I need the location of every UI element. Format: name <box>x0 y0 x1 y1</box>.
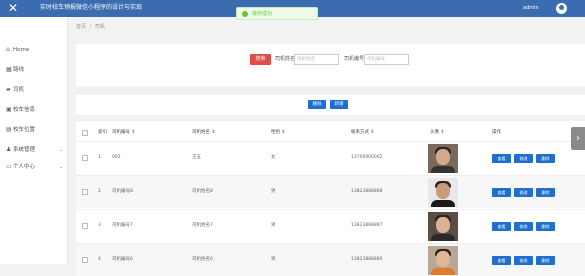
cell-gender: 男 <box>271 223 276 228</box>
user-group-icon: ♟ <box>6 146 12 153</box>
number-label: 司机编号 <box>344 56 365 62</box>
action-panel: 删除 新增 <box>76 95 585 115</box>
table-row: 3 司机编号7 司机姓名7 男 13823888887 查看 修改 删除 <box>76 209 585 242</box>
driver-photo <box>428 246 458 275</box>
sidebar-item-label: 校车信息 <box>13 107 36 113</box>
view-button[interactable]: 查看 <box>492 222 511 231</box>
row-checkbox[interactable] <box>82 189 88 195</box>
driver-photo <box>428 212 458 241</box>
sidebar-item-bus-info[interactable]: ▣ 校车信息 <box>0 103 68 117</box>
breadcrumb-separator: / <box>89 24 92 30</box>
close-icon[interactable]: ✕ <box>8 1 18 15</box>
chevron-down-icon: ⌄ <box>59 164 64 170</box>
delete-button[interactable]: 删除 <box>536 154 555 163</box>
edit-button[interactable]: 修改 <box>514 154 533 163</box>
sidebar-item-profile[interactable]: ▭ 个人中心 ⌄ <box>0 160 68 174</box>
edit-button[interactable]: 修改 <box>514 222 533 231</box>
table-row: 4 司机编号6 司机姓名6 男 13823888886 查看 修改 删除 <box>76 243 585 276</box>
cell-name: 司机姓名7 <box>192 223 213 228</box>
home-icon: ⌂ <box>6 46 10 53</box>
row-checkbox[interactable] <box>82 155 88 161</box>
sidebar-item-label: 路线 <box>13 67 25 73</box>
column-header-number[interactable]: 司机编号 ⇕ <box>112 129 135 137</box>
cell-name: 司机姓名8 <box>192 189 213 194</box>
cell-phone: 13823888888 <box>351 189 383 194</box>
sidebar-item-system[interactable]: ♟ 系统管理 ⌄ <box>0 143 68 157</box>
bus-icon: ▣ <box>6 106 12 113</box>
edit-button[interactable]: 修改 <box>514 188 533 197</box>
breadcrumb-current: 司机 <box>94 24 105 30</box>
add-button[interactable]: 新增 <box>330 100 348 109</box>
sidebar-item-label: 校车位置 <box>13 127 36 133</box>
row-checkbox[interactable] <box>82 223 88 229</box>
column-header-index: 索引 <box>98 130 107 135</box>
cell-gender: 男 <box>271 189 276 194</box>
main-content: 首页 / 司机 搜索 司机姓名 司机姓名 司机编号 司机编号 删除 新增 索引 … <box>68 17 585 276</box>
avatar[interactable] <box>556 3 567 14</box>
name-input[interactable]: 司机姓名 <box>294 54 339 65</box>
number-input[interactable]: 司机编号 <box>364 54 409 65</box>
sidebar: ⌂ Home ▦ 路线 ▰ 司机 ▣ 校车信息 ▤ 校车位置 ♟ 系统管理 ⌄ … <box>0 17 68 264</box>
cell-index: 1 <box>98 155 101 160</box>
sidebar-item-routes[interactable]: ▦ 路线 <box>0 63 68 77</box>
cell-number: 司机编号6 <box>112 257 133 262</box>
car-icon: ▰ <box>6 86 11 93</box>
delete-button[interactable]: 删除 <box>536 188 555 197</box>
sidebar-item-bus-location[interactable]: ▤ 校车位置 <box>0 123 68 137</box>
name-label: 司机姓名 <box>275 56 296 62</box>
cell-index: 4 <box>98 257 101 262</box>
row-checkbox[interactable] <box>82 257 88 263</box>
cell-number: 002 <box>112 155 121 160</box>
sidebar-item-home[interactable]: ⌂ Home <box>0 43 68 57</box>
sidebar-item-label: Home <box>13 47 30 53</box>
breadcrumb-home[interactable]: 首页 <box>76 24 86 30</box>
username[interactable]: admin <box>523 4 539 12</box>
batch-delete-button[interactable]: 删除 <box>308 100 326 109</box>
cell-index: 3 <box>98 223 101 228</box>
chevron-right-icon[interactable]: › <box>571 127 585 150</box>
column-header-avatar[interactable]: 头像 ⇕ <box>430 129 444 137</box>
location-icon: ▤ <box>6 126 12 133</box>
driver-photo <box>428 144 458 173</box>
cell-index: 2 <box>98 189 101 194</box>
cell-number: 司机编号7 <box>112 223 133 228</box>
app-title: 实时校车预报微信小程序的设计与实现 <box>40 4 143 11</box>
cell-number: 司机编号8 <box>112 189 133 194</box>
cell-name: 王五 <box>192 155 201 160</box>
cell-gender: 男 <box>271 257 276 262</box>
view-button[interactable]: 查看 <box>492 188 511 197</box>
cell-gender: 女 <box>271 155 276 160</box>
sidebar-item-label: 个人中心 <box>13 164 36 170</box>
chevron-down-icon: ⌄ <box>59 147 64 153</box>
search-button[interactable]: 搜索 <box>250 54 271 65</box>
table-row: 1 002 王五 女 13700000002 查看 修改 删除 <box>76 141 585 174</box>
cell-phone: 13823888886 <box>351 257 383 262</box>
column-header-name[interactable]: 司机姓名 ⇕ <box>192 129 215 137</box>
view-button[interactable]: 查看 <box>492 154 511 163</box>
search-panel: 搜索 司机姓名 司机姓名 司机编号 司机编号 <box>76 44 585 86</box>
column-header-operations: 操作 <box>492 130 501 135</box>
delete-button[interactable]: 删除 <box>536 222 555 231</box>
driver-photo <box>428 178 458 207</box>
driver-table: 索引 司机编号 ⇕ 司机姓名 ⇕ 性别 ⇕ 联系方式 ⇕ 头像 ⇕ 操作 1 0… <box>76 121 585 276</box>
column-header-phone[interactable]: 联系方式 ⇕ <box>351 129 374 137</box>
table-row: 2 司机编号8 司机姓名8 男 13823888888 查看 修改 删除 <box>76 175 585 208</box>
user-icon: ▭ <box>6 163 12 170</box>
select-all-checkbox[interactable] <box>82 130 88 136</box>
sidebar-item-label: 司机 <box>13 87 25 93</box>
breadcrumb: 首页 / 司机 <box>76 23 105 31</box>
cell-name: 司机姓名6 <box>192 257 213 262</box>
grid-icon: ▦ <box>6 66 12 73</box>
sidebar-item-drivers[interactable]: ▰ 司机 <box>0 83 68 97</box>
sidebar-item-label: 系统管理 <box>13 147 36 153</box>
cell-phone: 13700000002 <box>351 155 383 160</box>
cell-phone: 13823888887 <box>351 223 383 228</box>
column-header-gender[interactable]: 性别 ⇕ <box>271 129 285 137</box>
